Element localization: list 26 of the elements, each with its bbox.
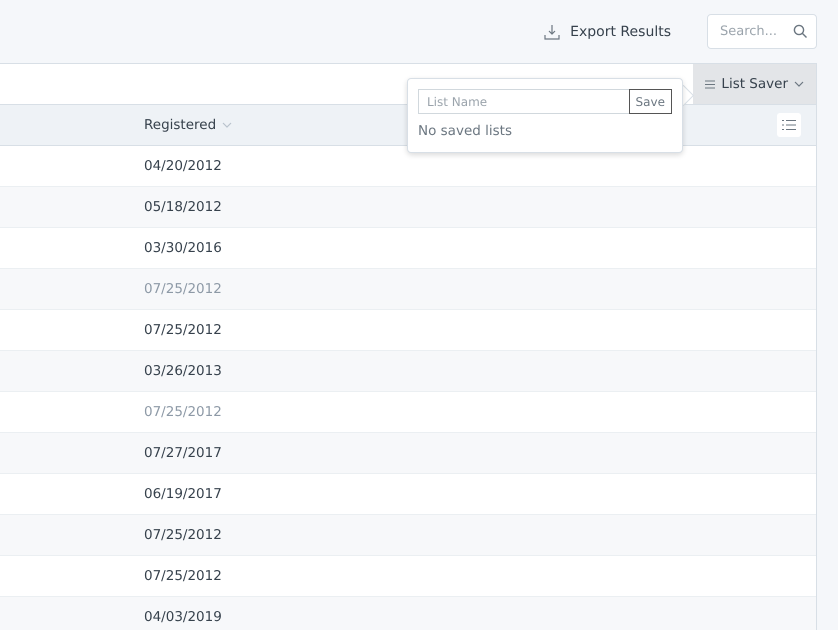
table-cell: 06/19/2017 <box>144 486 222 502</box>
table-cell: 04/20/2012 <box>144 158 222 174</box>
table-cell: 07/25/2012 <box>144 527 222 543</box>
list-saver-button[interactable]: List Saver <box>693 64 816 104</box>
table-cell: 07/25/2012 <box>144 404 222 420</box>
table-cell: 04/03/2019 <box>144 609 222 625</box>
column-header[interactable]: Registered <box>144 117 216 133</box>
table-cell: 07/25/2012 <box>144 281 222 297</box>
download-icon <box>544 24 560 40</box>
menu-icon <box>705 80 716 88</box>
search-icon <box>793 24 808 39</box>
chevron-down-icon <box>222 122 232 128</box>
save-button[interactable]: Save <box>628 89 672 114</box>
list-icon <box>782 119 796 131</box>
export-button[interactable]: Export Results <box>540 20 675 44</box>
table-cell: 07/25/2012 <box>144 568 222 584</box>
table-cell: 05/18/2012 <box>144 199 222 215</box>
list-settings-button[interactable] <box>777 113 801 137</box>
list-name-field[interactable]: List Name <box>418 89 629 114</box>
table-cell: 07/27/2017 <box>144 445 222 461</box>
table-cell: 03/26/2013 <box>144 363 222 379</box>
table-cell: 03/30/2016 <box>144 240 222 256</box>
chevron-down-icon <box>794 81 804 87</box>
table-cell: 07/25/2012 <box>144 322 222 338</box>
search-field[interactable]: Search... <box>707 14 817 49</box>
empty-message: No saved lists <box>418 123 513 139</box>
